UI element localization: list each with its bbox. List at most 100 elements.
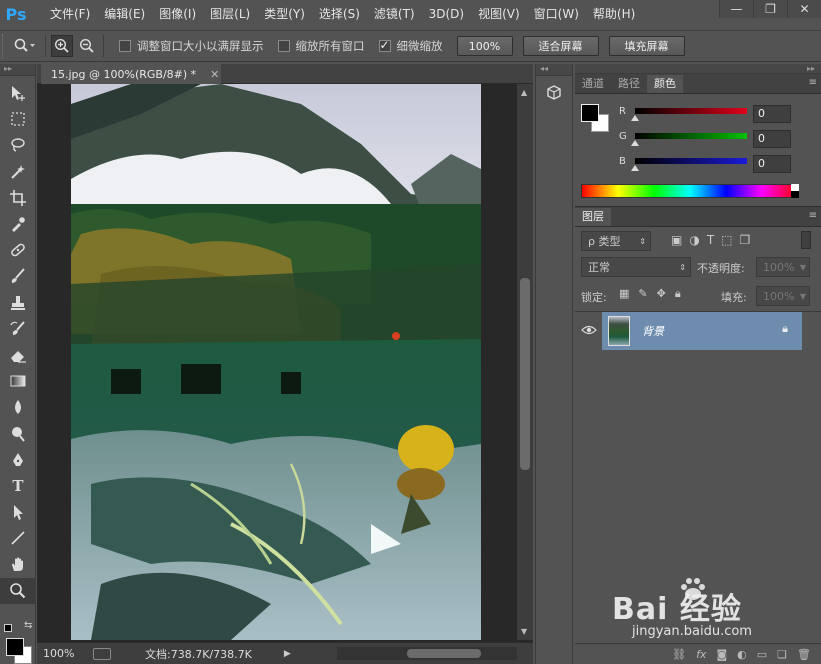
filter-type-icon[interactable]: T bbox=[707, 233, 714, 247]
zoom-all-windows-checkbox[interactable]: 缩放所有窗口 bbox=[277, 38, 365, 54]
line-tool-icon[interactable] bbox=[0, 525, 36, 551]
lock-transparent-icon[interactable]: ▦ bbox=[619, 287, 629, 301]
layers-panel-menu-icon[interactable]: ≡ bbox=[809, 210, 817, 221]
healing-brush-tool-icon[interactable] bbox=[0, 237, 36, 263]
swap-colors-icon[interactable]: ⇆ bbox=[24, 620, 32, 631]
fit-screen-button[interactable]: 适合屏幕 bbox=[522, 36, 599, 56]
filter-toggle-icon[interactable] bbox=[801, 231, 811, 249]
scrubby-zoom-checkbox[interactable]: 细微缩放 bbox=[378, 38, 443, 54]
document-canvas[interactable] bbox=[71, 84, 481, 640]
menu-filter[interactable]: 滤镜(T) bbox=[368, 0, 423, 28]
zoom-tool-icon[interactable] bbox=[0, 577, 36, 604]
blur-tool-icon[interactable] bbox=[0, 394, 36, 420]
crop-tool-icon[interactable] bbox=[0, 185, 36, 211]
r-slider-thumb[interactable] bbox=[631, 115, 639, 121]
color-spectrum-ramp[interactable] bbox=[581, 184, 799, 198]
dock-header[interactable]: ◂◂ bbox=[536, 64, 572, 76]
menu-view[interactable]: 视图(V) bbox=[472, 0, 528, 28]
tab-close-icon[interactable]: ✕ bbox=[210, 68, 219, 81]
ramp-black-white-swatch[interactable] bbox=[791, 184, 799, 198]
gradient-tool-icon[interactable] bbox=[0, 368, 36, 394]
tab-channels[interactable]: 通道 bbox=[575, 75, 611, 93]
tab-color[interactable]: 颜色 bbox=[647, 75, 683, 93]
options-grip[interactable] bbox=[2, 34, 10, 58]
color-panel-menu-icon[interactable]: ≡ bbox=[809, 77, 817, 88]
minimize-button[interactable]: — bbox=[719, 0, 753, 18]
b-value[interactable]: 0 bbox=[753, 155, 791, 173]
layer-filter-select[interactable]: ρ 类型 ⇕ bbox=[581, 231, 651, 251]
tab-layers[interactable]: 图层 bbox=[575, 208, 611, 226]
type-tool-icon[interactable]: T bbox=[0, 473, 36, 499]
layer-visibility-eye-icon[interactable] bbox=[581, 324, 597, 336]
lasso-tool-icon[interactable] bbox=[0, 132, 36, 158]
status-share-icon[interactable] bbox=[93, 647, 111, 660]
fill-input[interactable]: 100% ▼ bbox=[756, 286, 810, 306]
scrubby-zoom-box[interactable] bbox=[378, 38, 391, 52]
pen-tool-icon[interactable] bbox=[0, 447, 36, 473]
default-colors-icon[interactable] bbox=[4, 624, 12, 632]
g-slider-bar[interactable] bbox=[635, 133, 747, 139]
menu-select[interactable]: 选择(S) bbox=[313, 0, 368, 28]
horizontal-scrollbar[interactable] bbox=[337, 647, 517, 660]
restore-button[interactable]: ❐ bbox=[753, 0, 787, 18]
b-slider-bar[interactable] bbox=[635, 158, 747, 164]
resize-windows-checkbox[interactable]: 调整窗口大小以满屏显示 bbox=[119, 38, 264, 54]
dodge-tool-icon[interactable] bbox=[0, 420, 36, 446]
document-tab[interactable]: 15.jpg @ 100%(RGB/8#) * ✕ bbox=[41, 64, 221, 84]
zoom-level[interactable]: 100% bbox=[43, 647, 83, 660]
3d-panel-icon[interactable] bbox=[545, 84, 563, 102]
filter-smart-object-icon[interactable]: ❐ bbox=[740, 233, 751, 247]
r-slider-bar[interactable] bbox=[635, 108, 747, 114]
actual-pixels-button[interactable]: 100% bbox=[456, 36, 513, 56]
new-layer-icon[interactable]: ❏ bbox=[777, 648, 787, 661]
vertical-scroll-thumb[interactable] bbox=[520, 278, 530, 470]
menu-image[interactable]: 图像(I) bbox=[153, 0, 204, 28]
menu-layer[interactable]: 图层(L) bbox=[204, 0, 258, 28]
zoom-out-icon[interactable] bbox=[76, 35, 98, 57]
zoom-tool-preset-icon[interactable] bbox=[10, 34, 40, 58]
new-group-icon[interactable]: ▭ bbox=[757, 648, 767, 661]
layer-row-selected[interactable]: 背景 🔒︎ bbox=[602, 312, 802, 350]
zoom-in-icon[interactable] bbox=[51, 35, 73, 57]
lock-position-icon[interactable]: ✥ bbox=[657, 287, 666, 301]
link-layers-icon[interactable]: ⛓ bbox=[672, 648, 686, 661]
filter-pixel-icon[interactable]: ▣ bbox=[671, 233, 682, 247]
resize-windows-box[interactable] bbox=[119, 40, 131, 52]
menu-window[interactable]: 窗口(W) bbox=[528, 0, 587, 28]
path-selection-tool-icon[interactable] bbox=[0, 499, 36, 525]
status-menu-arrow-icon[interactable]: ▶ bbox=[284, 649, 291, 659]
history-brush-tool-icon[interactable] bbox=[0, 316, 36, 342]
menu-type[interactable]: 类型(Y) bbox=[258, 0, 313, 28]
clone-stamp-tool-icon[interactable] bbox=[0, 290, 36, 316]
tools-panel-header[interactable]: ▸▸ bbox=[0, 64, 35, 76]
vertical-scrollbar[interactable]: ▲ ▼ bbox=[517, 84, 533, 640]
layer-mask-icon[interactable]: ◙ bbox=[716, 648, 727, 661]
horizontal-scroll-thumb[interactable] bbox=[407, 649, 481, 658]
color-panel-grip[interactable]: ▸▸ bbox=[575, 64, 821, 74]
close-button[interactable]: ✕ bbox=[787, 0, 821, 18]
g-value[interactable]: 0 bbox=[753, 130, 791, 148]
fill-screen-button[interactable]: 填充屏幕 bbox=[608, 36, 685, 56]
menu-3d[interactable]: 3D(D) bbox=[423, 0, 472, 28]
r-value[interactable]: 0 bbox=[753, 105, 791, 123]
layer-style-fx-icon[interactable]: fx bbox=[696, 648, 706, 661]
layer-name[interactable]: 背景 bbox=[642, 323, 664, 339]
zoom-all-box[interactable] bbox=[277, 40, 290, 52]
lock-pixels-icon[interactable]: ✎ bbox=[638, 287, 647, 301]
eyedropper-tool-icon[interactable] bbox=[0, 211, 36, 237]
opacity-input[interactable]: 100% ▼ bbox=[756, 257, 810, 277]
menu-edit[interactable]: 编辑(E) bbox=[98, 0, 153, 28]
menu-file[interactable]: 文件(F) bbox=[44, 0, 98, 28]
scroll-down-arrow-icon[interactable]: ▼ bbox=[521, 627, 527, 636]
blend-mode-select[interactable]: 正常 ⇕ bbox=[581, 257, 691, 277]
g-slider-thumb[interactable] bbox=[631, 140, 639, 146]
magic-wand-tool-icon[interactable] bbox=[0, 159, 36, 185]
foreground-color-swatch[interactable] bbox=[6, 638, 24, 656]
move-tool-icon[interactable] bbox=[0, 80, 36, 106]
scroll-up-arrow-icon[interactable]: ▲ bbox=[521, 88, 527, 97]
eraser-tool-icon[interactable] bbox=[0, 342, 36, 368]
lock-all-icon[interactable]: 🔒︎ bbox=[675, 287, 681, 301]
marquee-tool-icon[interactable] bbox=[0, 106, 36, 132]
b-slider-thumb[interactable] bbox=[631, 165, 639, 171]
menu-help[interactable]: 帮助(H) bbox=[587, 0, 643, 28]
